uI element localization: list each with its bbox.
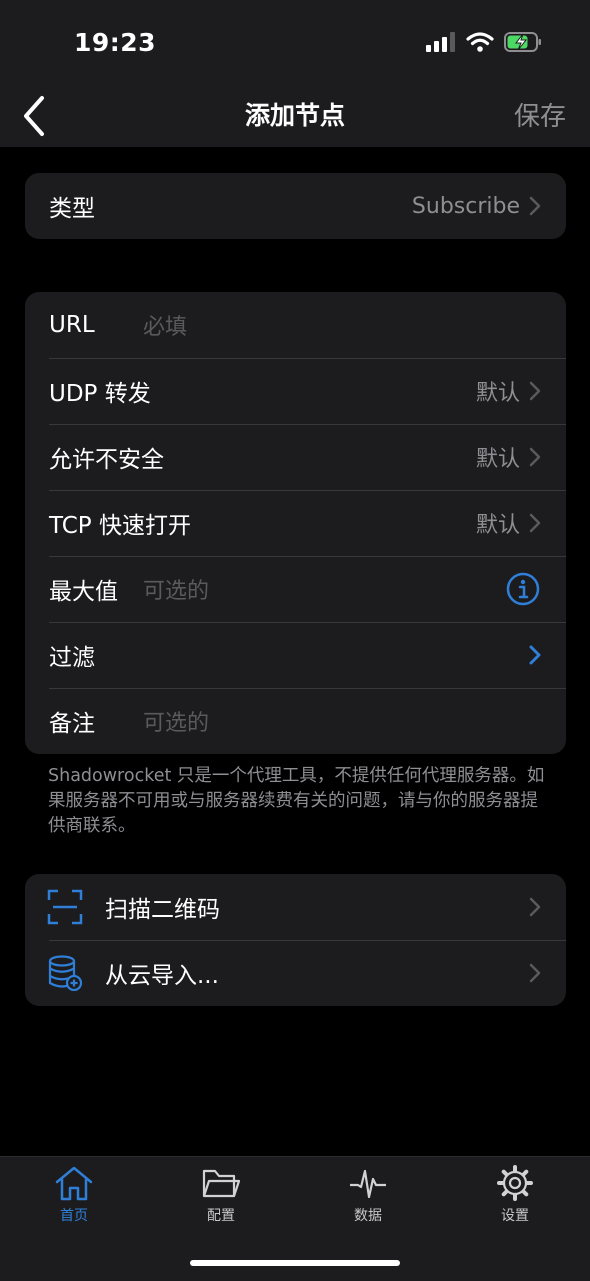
actions-group: 扫描二维码 从云导入... bbox=[25, 874, 566, 1006]
udp-relay-value: 默认 bbox=[475, 381, 520, 406]
allow-insecure-row[interactable]: 允许不安全 默认 bbox=[25, 424, 566, 490]
status-time: 19:23 bbox=[74, 28, 157, 57]
allow-insecure-label: 允许不安全 bbox=[49, 447, 164, 473]
allow-insecure-value: 默认 bbox=[475, 447, 520, 472]
udp-relay-row[interactable]: UDP 转发 默认 bbox=[25, 358, 566, 424]
tab-data[interactable]: 数据 bbox=[318, 1165, 418, 1225]
info-icon[interactable] bbox=[506, 572, 540, 606]
tab-config-label: 配置 bbox=[207, 1208, 235, 1224]
filter-row[interactable]: 过滤 bbox=[25, 622, 566, 688]
tab-settings-label: 设置 bbox=[501, 1208, 529, 1224]
type-label: 类型 bbox=[49, 196, 95, 222]
max-value-label: 最大值 bbox=[49, 579, 118, 605]
folder-icon bbox=[202, 1169, 241, 1198]
home-indicator bbox=[190, 1260, 400, 1266]
type-group: 类型 Subscribe bbox=[25, 173, 566, 239]
scan-qr-row[interactable]: 扫描二维码 bbox=[25, 874, 566, 940]
type-row[interactable]: 类型 Subscribe bbox=[25, 173, 566, 239]
import-from-cloud-label: 从云导入... bbox=[105, 963, 219, 989]
cellular-signal-icon bbox=[426, 32, 455, 52]
url-row[interactable]: URL 必填 bbox=[25, 292, 566, 358]
chevron-right-icon bbox=[529, 897, 541, 917]
filter-label: 过滤 bbox=[49, 645, 95, 671]
database-add-icon bbox=[48, 955, 83, 991]
scan-qr-label: 扫描二维码 bbox=[105, 897, 220, 923]
tcp-fast-open-value: 默认 bbox=[475, 513, 520, 538]
max-value-row[interactable]: 最大值 可选的 bbox=[25, 556, 566, 622]
chevron-right-icon bbox=[529, 381, 541, 401]
tcp-fast-open-row[interactable]: TCP 快速打开 默认 bbox=[25, 490, 566, 556]
tab-settings[interactable]: 设置 bbox=[465, 1165, 565, 1225]
chevron-right-icon bbox=[529, 963, 541, 983]
save-button[interactable]: 保存 bbox=[514, 96, 566, 133]
settings-group: URL 必填 UDP 转发 默认 允许不安全 默认 TCP 快速打开 默认 最大… bbox=[25, 292, 566, 754]
pulse-icon bbox=[350, 1169, 386, 1199]
wifi-icon bbox=[466, 32, 494, 52]
status-icons bbox=[426, 32, 542, 52]
navigation-bar: 添加节点 保存 bbox=[0, 88, 590, 147]
home-icon bbox=[55, 1166, 93, 1201]
tab-home[interactable]: 首页 bbox=[24, 1165, 124, 1225]
chevron-right-icon bbox=[529, 513, 541, 533]
udp-relay-label: UDP 转发 bbox=[49, 381, 151, 407]
page-title: 添加节点 bbox=[244, 101, 345, 130]
chevron-right-icon bbox=[529, 447, 541, 467]
url-label: URL bbox=[49, 312, 95, 338]
tab-config[interactable]: 配置 bbox=[171, 1165, 271, 1225]
chevron-right-icon bbox=[529, 196, 541, 216]
type-value: Subscribe bbox=[411, 193, 520, 219]
status-bar: 19:23 bbox=[0, 0, 590, 88]
qr-scan-icon bbox=[47, 889, 83, 925]
note-label: 备注 bbox=[49, 711, 95, 737]
note-input[interactable]: 可选的 bbox=[143, 705, 209, 737]
note-row[interactable]: 备注 可选的 bbox=[25, 688, 566, 754]
tab-home-label: 首页 bbox=[60, 1208, 88, 1224]
tab-data-label: 数据 bbox=[354, 1208, 382, 1224]
gear-icon bbox=[497, 1165, 533, 1201]
max-value-input[interactable]: 可选的 bbox=[143, 573, 209, 605]
battery-charging-icon bbox=[504, 32, 541, 52]
tcp-fast-open-label: TCP 快速打开 bbox=[49, 513, 191, 539]
import-from-cloud-row[interactable]: 从云导入... bbox=[25, 940, 566, 1006]
disclaimer-footnote: Shadowrocket 只是一个代理工具，不提供任何代理服务器。如果服务器不可… bbox=[48, 766, 545, 836]
url-input[interactable]: 必填 bbox=[143, 309, 187, 341]
chevron-right-icon bbox=[529, 645, 541, 665]
